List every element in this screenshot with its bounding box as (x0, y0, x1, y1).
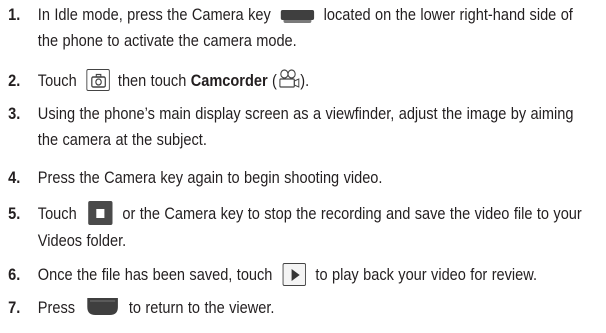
step-text: Press the Camera key again to begin shoo… (37, 168, 383, 187)
step-text: In Idle mode, press the Camera key locat… (38, 2, 587, 54)
step-text: Using the phone’s main display screen as… (37, 104, 574, 149)
step-number: 2. (8, 72, 21, 90)
step-text-before: Press (37, 298, 80, 317)
step-text-after: or the Camera key to stop the recording … (37, 204, 582, 250)
step-text-before: Once the file has been saved, touch (37, 265, 277, 284)
step-text-before: Touch (37, 72, 82, 90)
step-text: Touch then touch Camcorder (). (38, 68, 587, 95)
step-text: Touch or the Camera key to stop the reco… (37, 200, 587, 254)
step-6: 6. Once the file has been saved, touch t… (0, 262, 545, 289)
camcorder-icon (277, 69, 300, 89)
step-2: 2. Touch then touch Camcorder (). (0, 68, 545, 95)
step-number: 1. (8, 6, 21, 24)
step-5: 5. Touch or the Camera key to stop the r… (0, 200, 582, 254)
paren-close: ). (300, 72, 310, 90)
camera-key-icon (280, 9, 314, 23)
back-key-icon (87, 297, 119, 316)
camera-button-icon (86, 69, 110, 92)
step-number: 7. (8, 298, 21, 317)
step-1: 1. In Idle mode, press the Camera key lo… (0, 2, 573, 54)
step-3: 3. Using the phone’s main display screen… (0, 101, 573, 153)
step-number: 5. (8, 204, 21, 223)
step-text: Once the file has been saved, touch to p… (38, 262, 587, 289)
step-text-before: In Idle mode, press the Camera key (37, 6, 276, 24)
step-text-middle: then touch (113, 72, 187, 90)
step-number: 6. (8, 265, 21, 284)
play-button-icon (282, 262, 306, 286)
step-number: 3. (8, 104, 21, 123)
step-text: Press to return to the viewer. (38, 295, 587, 321)
stop-button-icon (88, 200, 113, 225)
step-text-after: to return to the viewer. (124, 298, 275, 317)
step-number: 4. (8, 168, 21, 187)
step-7: 7. Press to return to the viewer. (0, 295, 545, 321)
step-4: 4. Press the Camera key again to begin s… (0, 165, 545, 191)
instruction-list: 1. In Idle mode, press the Camera key lo… (0, 0, 606, 317)
step-text-after: to play back your video for review. (311, 265, 538, 284)
step-text-before: Touch (37, 204, 82, 223)
camcorder-label: Camcorder (190, 72, 268, 90)
